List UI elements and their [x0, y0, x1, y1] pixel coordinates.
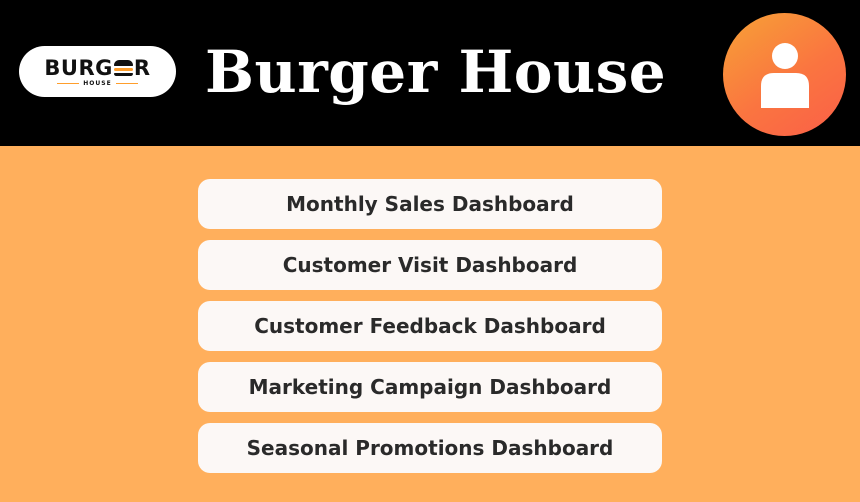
menu-item-seasonal-promotions[interactable]: Seasonal Promotions Dashboard	[198, 423, 662, 473]
logo-subtitle-text: HOUSE	[83, 79, 112, 87]
dashboard-menu: Monthly Sales Dashboard Customer Visit D…	[198, 179, 662, 484]
logo-wordmark: BURG R	[44, 57, 150, 79]
burger-icon	[113, 59, 133, 76]
user-icon	[760, 42, 809, 108]
logo-word-right: R	[133, 55, 151, 80]
menu-item-marketing-campaign[interactable]: Marketing Campaign Dashboard	[198, 362, 662, 412]
app-title: Burger House	[205, 38, 667, 106]
menu-item-customer-feedback[interactable]: Customer Feedback Dashboard	[198, 301, 662, 351]
burger-house-logo[interactable]: BURG R HOUSE	[19, 46, 176, 97]
header-bar: BURG R HOUSE Burger House	[0, 0, 860, 146]
logo-word-left: BURG	[44, 55, 113, 80]
user-profile-button[interactable]	[723, 13, 846, 136]
menu-item-customer-visit[interactable]: Customer Visit Dashboard	[198, 240, 662, 290]
menu-item-monthly-sales[interactable]: Monthly Sales Dashboard	[198, 179, 662, 229]
logo-subtitle: HOUSE	[53, 80, 141, 87]
